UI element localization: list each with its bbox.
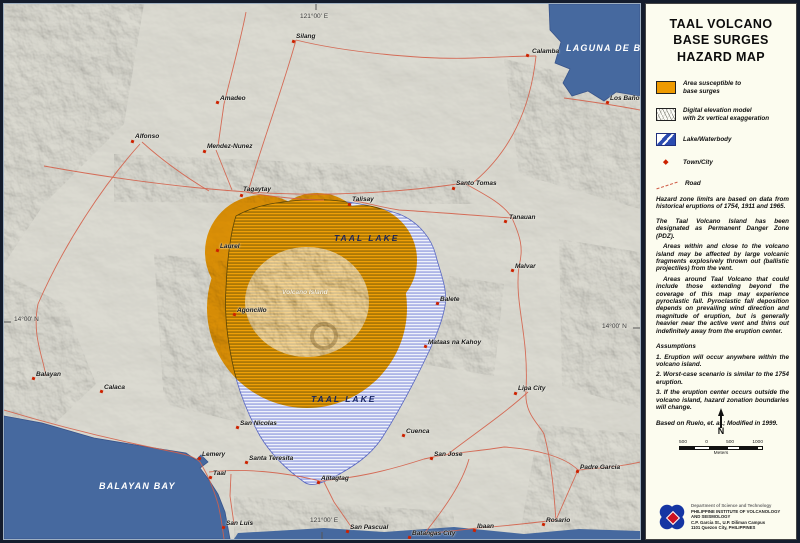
pdz-note: The Taal Volcano Island has been designa… [656, 218, 789, 240]
legend-label: Road [685, 180, 701, 188]
assumption-2: 2. Worst-case scenario is similar to the… [656, 371, 789, 386]
scale-unit: Meters [679, 451, 763, 456]
agency-address: Department of Science and Technology PHI… [691, 503, 780, 531]
dost-phivolcs-logo-icon [658, 503, 686, 531]
phivolcs-logo-block: Department of Science and Technology PHI… [658, 503, 792, 531]
map-title: TAAL VOLCANO BASE SURGES HAZARD MAP [646, 16, 796, 65]
north-arrow-head-icon [718, 408, 724, 416]
title-line-2: BASE SURGES [646, 32, 796, 48]
assumption-1: 1. Eruption will occur anywhere within t… [656, 354, 789, 369]
legend-item-base-surges: Area susceptible to base surges [656, 80, 790, 96]
legend-item-town: Town/City [656, 157, 790, 167]
legend: Area susceptible to base surges Digital … [656, 80, 790, 189]
explanatory-text: Hazard zone limits are based on data fro… [656, 196, 789, 430]
lake-swatch-icon [656, 133, 676, 146]
hazard-note: Hazard zone limits are based on data fro… [656, 196, 789, 211]
taal-hazard-map-page: { "colors": { "hazard_orange": "#EE9A00"… [0, 0, 800, 543]
town-city-marker-icon [656, 157, 676, 167]
scale-ticks: 500 0 500 1000 [679, 440, 763, 445]
legend-label: Lake/Waterbody [683, 136, 732, 144]
map-canvas: 121°00' ESilangCalambaLAGUNA DE BAYLos B… [3, 3, 641, 540]
assumptions-heading: Assumptions [656, 343, 789, 350]
scale-tick: 500 [726, 440, 734, 445]
north-label: N [718, 426, 725, 436]
scale-segment [695, 447, 709, 449]
title-line-3: HAZARD MAP [646, 49, 796, 65]
scale-tick: 0 [705, 440, 708, 445]
legend-item-dem: Digital elevation model with 2x vertical… [656, 107, 790, 123]
scale-tick: 500 [679, 440, 687, 445]
legend-item-lake: Lake/Waterbody [656, 133, 790, 146]
scale-segment [739, 447, 758, 449]
dem-swatch-icon [656, 108, 676, 121]
agency-line: 1101 Quezon City, PHILIPPINES [691, 525, 780, 531]
map-svg [4, 4, 640, 539]
pyroclastic-note: Areas around Taal Volcano that could inc… [656, 276, 789, 335]
scale-segment [728, 447, 739, 449]
legend-item-road: Road [656, 178, 790, 189]
north-arrow: N [646, 408, 796, 436]
volcano-island-texture [245, 247, 369, 357]
scale-bar-segments [679, 446, 763, 450]
base-surge-swatch-icon [656, 81, 676, 94]
legend-label: Area susceptible to base surges [683, 80, 741, 96]
scale-segment [709, 447, 728, 449]
info-panel: TAAL VOLCANO BASE SURGES HAZARD MAP Area… [645, 3, 797, 540]
road-line-icon [656, 178, 678, 189]
ballistic-note: Areas within and close to the volcano is… [656, 243, 789, 273]
scale-segment [680, 447, 695, 449]
scale-tick: 1000 [752, 440, 763, 445]
scale-bar: 500 0 500 1000 Meters [679, 440, 763, 456]
legend-label: Town/City [683, 159, 713, 167]
legend-label: Digital elevation model with 2x vertical… [683, 107, 769, 123]
title-line-1: TAAL VOLCANO [646, 16, 796, 32]
agency-line: Department of Science and Technology [691, 503, 780, 509]
